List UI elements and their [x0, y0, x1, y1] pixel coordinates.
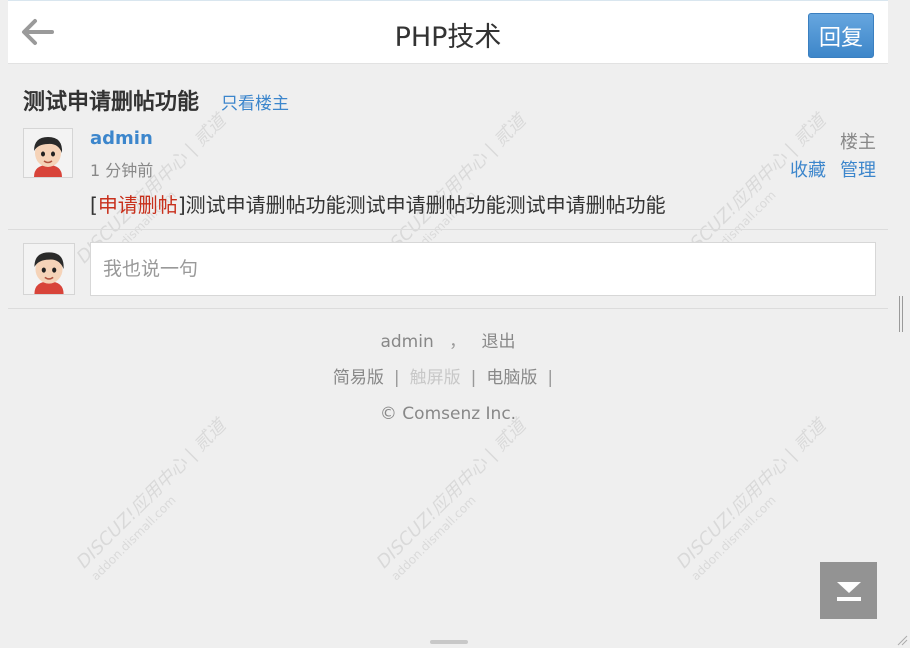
thread-title: 测试申请删帖功能 [23, 90, 200, 115]
comment-row [23, 242, 876, 298]
author-name[interactable]: admin [90, 128, 153, 149]
page-title: PHP技术 [394, 22, 502, 53]
scrollbar-handle[interactable] [899, 296, 903, 332]
avatar-icon [24, 244, 74, 294]
scroll-to-bottom-button[interactable] [820, 562, 877, 619]
avatar [23, 243, 75, 295]
thread: 测试申请删帖功能 只看楼主 admin 1 分钟前 楼主 收藏 管理 [申请删帖… [8, 64, 888, 644]
resize-grip-icon[interactable] [896, 634, 908, 646]
thread-header: 测试申请删帖功能 只看楼主 [23, 84, 289, 116]
divider [8, 308, 888, 309]
avatar-icon [24, 129, 72, 177]
bottom-drag-handle[interactable] [430, 640, 468, 644]
touch-version-link[interactable]: 触屏版 [410, 368, 461, 388]
post-tag[interactable]: 申请删帖 [98, 193, 178, 217]
only-op-link[interactable]: 只看楼主 [221, 89, 289, 114]
footer: admin ， 退出 简易版 | 触屏版 | 电脑版 | © Comsenz Inc. [8, 328, 888, 436]
page: DISCUZ!应用中心 | 贰道 addon.dismall.com DISCUZ… [0, 0, 910, 648]
back-button[interactable] [20, 16, 56, 48]
arrow-down-bar-icon [836, 581, 861, 601]
floor-label: 楼主 [840, 132, 876, 153]
copyright: © Comsenz Inc. [379, 404, 517, 424]
footer-links: 简易版 | 触屏版 | 电脑版 | [332, 368, 554, 388]
divider [8, 229, 888, 230]
comment-input[interactable] [90, 242, 876, 296]
post-text: 测试申请删帖功能测试申请删帖功能测试申请删帖功能 [185, 193, 666, 217]
simple-version-link[interactable]: 简易版 [333, 368, 384, 388]
favorite-link[interactable]: 收藏 [790, 156, 826, 182]
pc-version-link[interactable]: 电脑版 [486, 368, 537, 388]
arrow-left-icon [22, 19, 54, 45]
manage-link[interactable]: 管理 [840, 156, 876, 182]
logout-link[interactable]: 退出 [482, 332, 516, 352]
footer-separator: ， [449, 332, 467, 352]
post-actions: 收藏 管理 [790, 156, 876, 182]
reply-button[interactable]: 回复 [808, 13, 874, 58]
avatar[interactable] [23, 128, 73, 178]
post-time: 1 分钟前 [90, 161, 154, 180]
footer-username[interactable]: admin [380, 332, 433, 352]
top-bar: PHP技术 回复 [8, 0, 888, 64]
footer-user-line: admin ， 退出 [8, 328, 888, 364]
post-body: [申请删帖]测试申请删帖功能测试申请删帖功能测试申请删帖功能 [90, 193, 666, 217]
